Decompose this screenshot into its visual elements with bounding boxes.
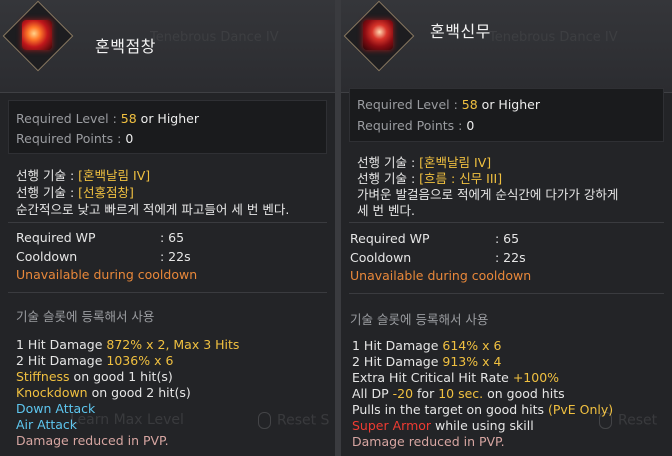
skill-description: 순간적으로 낮고 빠르게 적에게 파고들어 세 번 벤다. xyxy=(16,202,290,217)
divider xyxy=(8,292,327,293)
slot-usage-text: 기술 슬롯에 등록해서 사용 xyxy=(16,309,155,324)
tooltip-header: Tenebrous Dance IV 혼백점창 xyxy=(0,0,335,93)
pvp-note: Damage reduced in PVP. xyxy=(352,434,505,449)
required-level: Required Level : 58 or Higher xyxy=(357,97,540,112)
all-dp-debuff: All DP -20 for 10 sec. on good hits xyxy=(352,386,565,401)
wp-label: Required WP xyxy=(16,230,96,245)
hit-1-damage: 1 Hit Damage 614% x 6 xyxy=(352,338,502,353)
skill-title: 혼백점창 xyxy=(95,37,156,56)
hit-2-damage: 2 Hit Damage 1036% x 6 xyxy=(16,353,174,368)
skill-icon xyxy=(363,20,393,50)
hit-2-damage: 2 Hit Damage 913% x 4 xyxy=(352,354,502,369)
skill-tooltip-left: Tenebrous Dance IV 혼백점창 Required Level :… xyxy=(0,0,335,456)
skill-icon-frame xyxy=(343,0,415,72)
cooldown-label: Cooldown xyxy=(16,249,78,264)
reset-skill-button[interactable]: Reset xyxy=(599,412,657,429)
cooldown-value: : 22s xyxy=(495,250,526,265)
air-attack: Air Attack xyxy=(16,417,78,432)
wp-value: : 65 xyxy=(495,231,520,246)
mouse-icon xyxy=(258,412,271,429)
required-level: Required Level : 58 or Higher xyxy=(16,111,199,126)
knockdown-effect: Knockdown on good 2 hit(s) xyxy=(16,385,191,400)
cooldown-value: : 22s xyxy=(160,249,191,264)
pvp-note: Damage reduced in PVP. xyxy=(16,433,169,448)
tooltip-header: Tenebrous Dance IV 혼백신무 xyxy=(341,0,672,93)
skill-icon-frame xyxy=(2,0,74,72)
required-points: Required Points : 0 xyxy=(357,118,475,133)
required-points: Required Points : 0 xyxy=(16,131,134,146)
cooldown-label: Cooldown xyxy=(350,250,412,265)
divider xyxy=(349,222,664,223)
super-armor-effect: Super Armor while using skill xyxy=(352,418,534,433)
skill-tooltip-right: Tenebrous Dance IV 혼백신무 Required Level :… xyxy=(341,0,672,456)
hit-1-damage: 1 Hit Damage 872% x 2, Max 3 Hits xyxy=(16,337,240,352)
extra-hit-crit-rate: Extra Hit Critical Hit Rate +100% xyxy=(352,370,560,385)
skill-title: 혼백신무 xyxy=(430,22,491,41)
background-skill-text: Tenebrous Dance IV xyxy=(150,30,279,45)
wp-value: : 65 xyxy=(160,230,185,245)
reset-skill-button[interactable]: Reset S xyxy=(258,412,329,429)
cooldown-warning: Unavailable during cooldown xyxy=(350,268,532,283)
learn-max-level-button[interactable]: Learn Max Level xyxy=(70,412,184,428)
skill-icon xyxy=(22,20,52,50)
cooldown-warning: Unavailable during cooldown xyxy=(16,267,198,282)
slot-usage-text: 기술 슬롯에 등록해서 사용 xyxy=(350,312,489,327)
stiffness-effect: Stiffness on good 1 hit(s) xyxy=(16,369,173,384)
wp-label: Required WP xyxy=(350,231,430,246)
divider xyxy=(349,293,664,294)
skill-description-line-2: 세 번 벤다. xyxy=(357,203,415,218)
pull-effect: Pulls in the target on good hits (PvE On… xyxy=(352,402,614,417)
mouse-icon xyxy=(599,412,612,429)
divider xyxy=(8,222,327,223)
background-skill-text: Tenebrous Dance IV xyxy=(489,30,618,45)
